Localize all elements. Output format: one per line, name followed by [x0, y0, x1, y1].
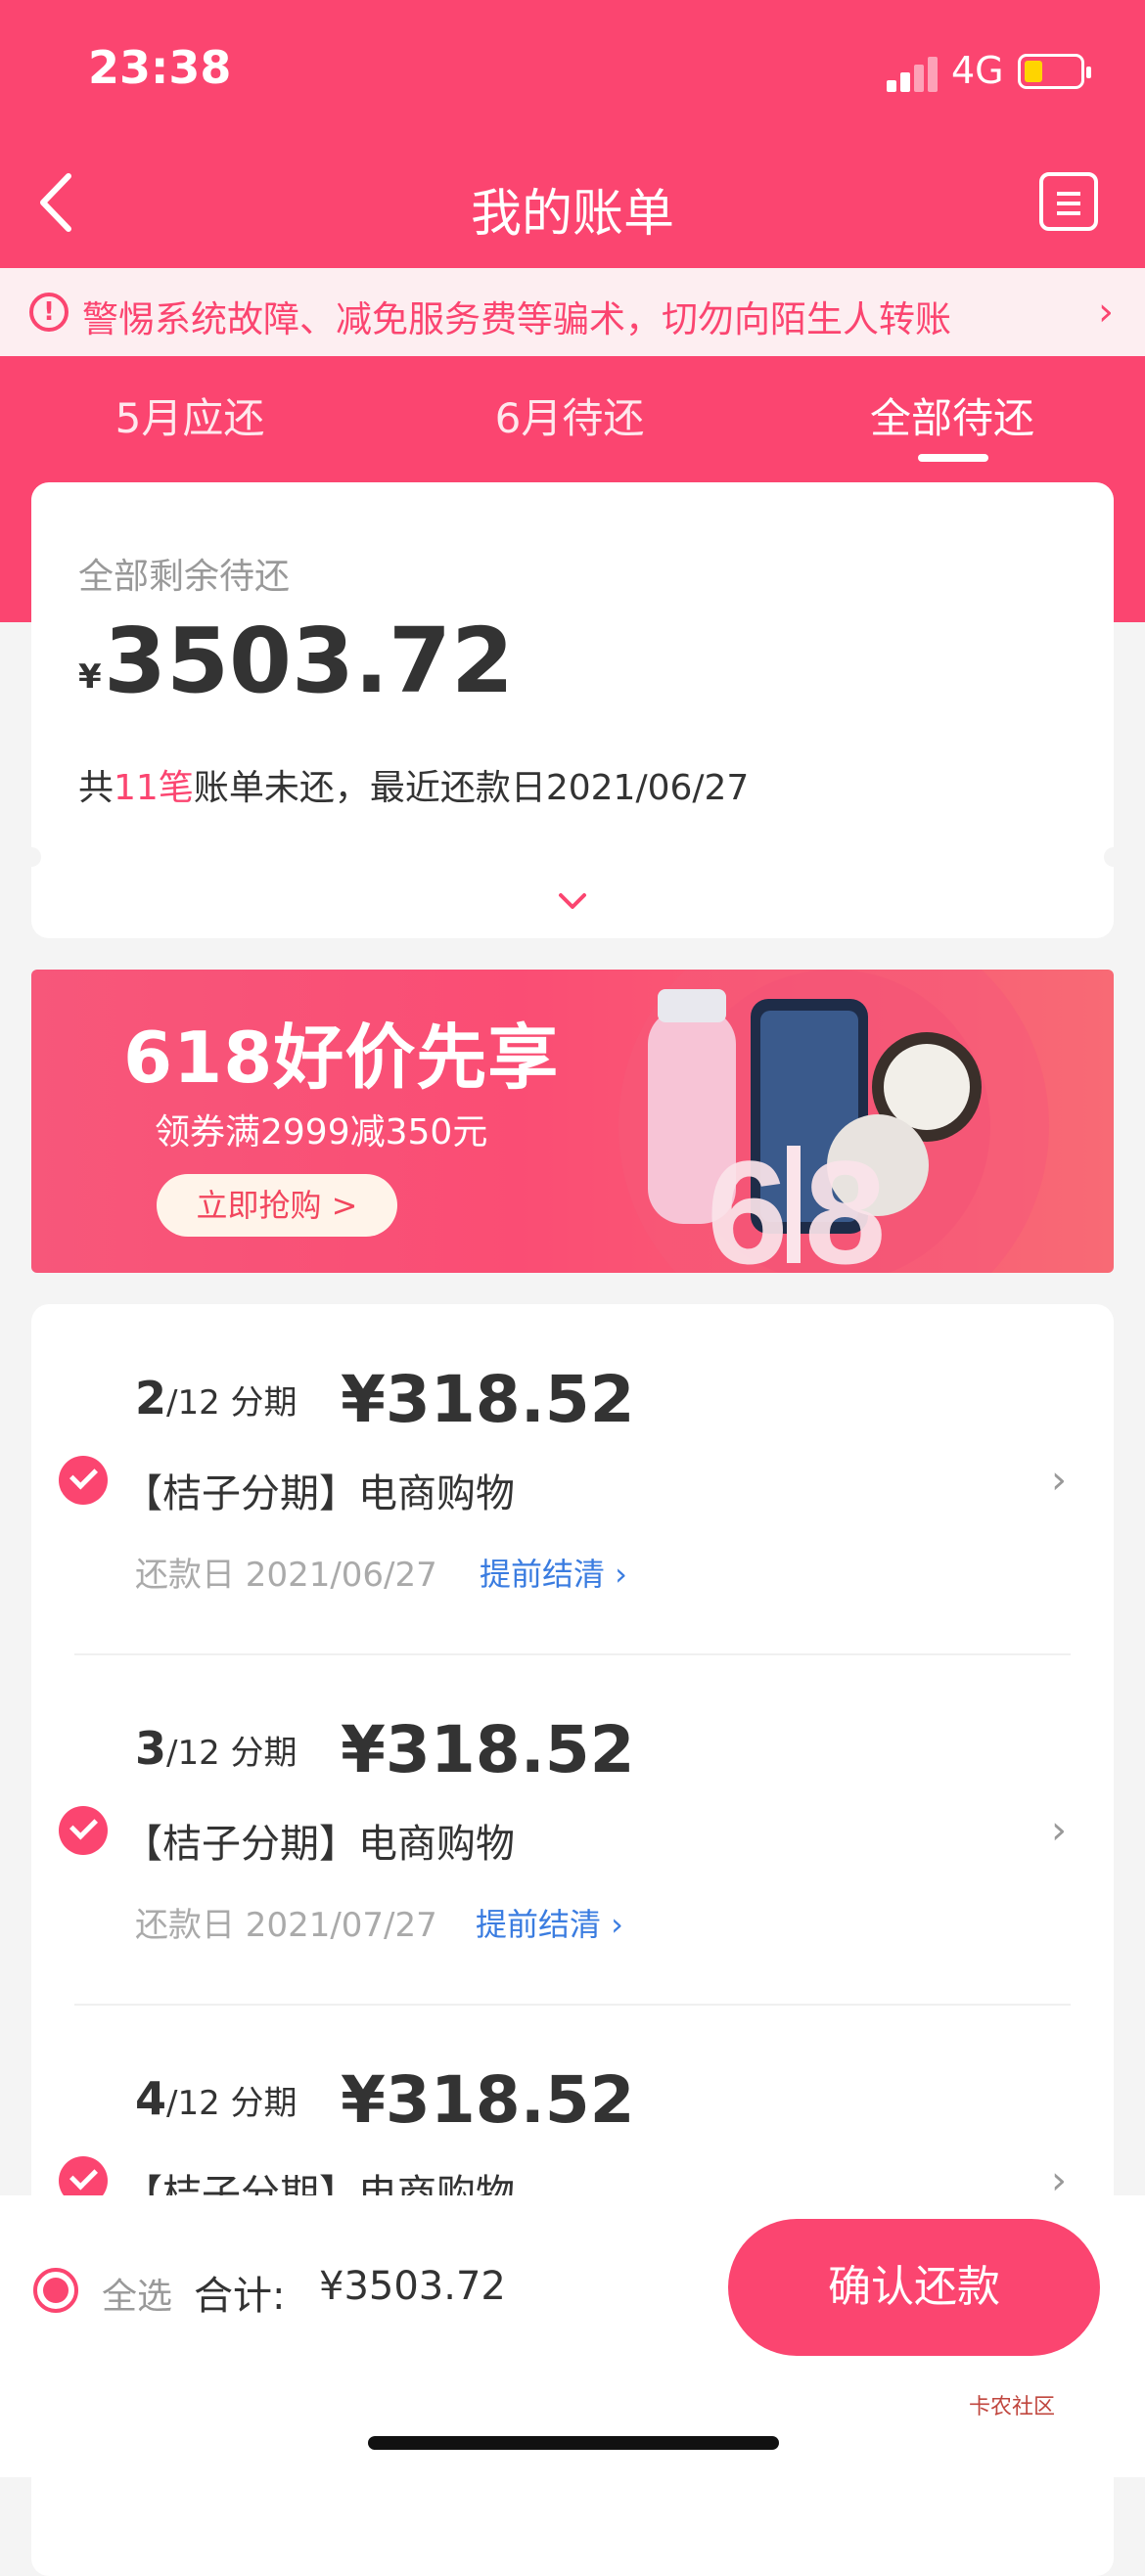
battery-icon	[1018, 54, 1091, 89]
period-total: /12 分期	[166, 1383, 298, 1423]
bill-period: 4/12 分期	[135, 2072, 298, 2125]
chevron-right-icon: ›	[1051, 1808, 1067, 1853]
total-amount: ¥3503.72	[319, 2264, 506, 2309]
chevron-down-icon[interactable]	[556, 884, 589, 918]
select-all-label[interactable]: 全选	[102, 2268, 172, 2319]
period-number: 4	[135, 2072, 167, 2125]
notice-text: 警惕系统故障、减免服务费等骗术，切勿向陌生人转账	[82, 298, 951, 340]
confirm-repay-button[interactable]: 确认还款	[728, 2219, 1100, 2356]
summary-description: 共11笔账单未还，最近还款日2021/06/27	[78, 759, 749, 810]
bill-name: 【桔子分期】电商购物	[123, 1822, 515, 1867]
period-total: /12 分期	[166, 2084, 298, 2123]
card-notch-right	[1104, 847, 1123, 867]
card-notch-left	[22, 847, 41, 867]
bill-count: 11笔	[114, 768, 194, 808]
document-icon[interactable]	[1039, 172, 1098, 231]
bill-due-date: 还款日 2021/07/27	[135, 1906, 437, 1945]
early-settle-link[interactable]: 提前结清 ›	[476, 1900, 623, 1945]
summary-amount: 3503.72	[104, 609, 515, 713]
status-time: 23:38	[88, 41, 232, 94]
select-all-check-icon[interactable]	[33, 2268, 78, 2313]
warning-icon: !	[29, 293, 69, 332]
chevron-right-icon: ›	[1051, 1458, 1067, 1503]
page-title: 我的账单	[470, 185, 674, 244]
signal-icon	[887, 57, 939, 92]
summary-desc-prefix: 共	[78, 768, 114, 808]
bill-period: 2/12 分期	[135, 1372, 298, 1424]
bill-check-icon[interactable]	[59, 1806, 108, 1855]
summary-desc-suffix: 账单未还，最近还款日2021/06/27	[193, 768, 750, 808]
divider	[74, 1653, 1071, 1655]
early-settle-link[interactable]: 提前结清 ›	[480, 1550, 627, 1595]
tab-may-due[interactable]: 5月应还	[43, 385, 337, 445]
bill-amount: ¥318.52	[341, 1712, 635, 1787]
banner-buy-button[interactable]: 立即抢购 >	[157, 1174, 397, 1237]
bill-name: 【桔子分期】电商购物	[123, 1471, 515, 1516]
tab-indicator	[918, 454, 988, 462]
bill-amount: ¥318.52	[341, 1362, 635, 1437]
period-number: 3	[135, 1722, 167, 1775]
bill-amount: ¥318.52	[341, 2062, 635, 2138]
watermark-logo: 卡农社区	[969, 2395, 1056, 2419]
home-indicator	[368, 2436, 779, 2450]
period-total: /12 分期	[166, 1734, 298, 1773]
period-number: 2	[135, 1372, 167, 1424]
tab-june-pending[interactable]: 6月待还	[423, 385, 716, 445]
svg-text:8: 8	[804, 1130, 886, 1273]
divider	[74, 2004, 1071, 2006]
tab-all-pending[interactable]: 全部待还	[805, 385, 1099, 445]
svg-text:6: 6	[707, 1130, 788, 1273]
summary-label: 全部剩余待还	[78, 557, 291, 597]
currency-symbol: ¥	[78, 657, 102, 697]
banner-title: 618好价先享	[123, 1017, 560, 1099]
bill-period: 3/12 分期	[135, 1722, 298, 1775]
banner-subtitle: 领券满2999减350元	[155, 1112, 488, 1152]
chevron-right-icon: ›	[1098, 290, 1114, 335]
bill-due-date: 还款日 2021/06/27	[135, 1556, 437, 1595]
status-bar: 23:38 4G	[0, 0, 1145, 147]
network-type: 4G	[951, 49, 1004, 92]
bill-check-icon[interactable]	[59, 1456, 108, 1505]
total-label: 合计:	[194, 2274, 286, 2319]
